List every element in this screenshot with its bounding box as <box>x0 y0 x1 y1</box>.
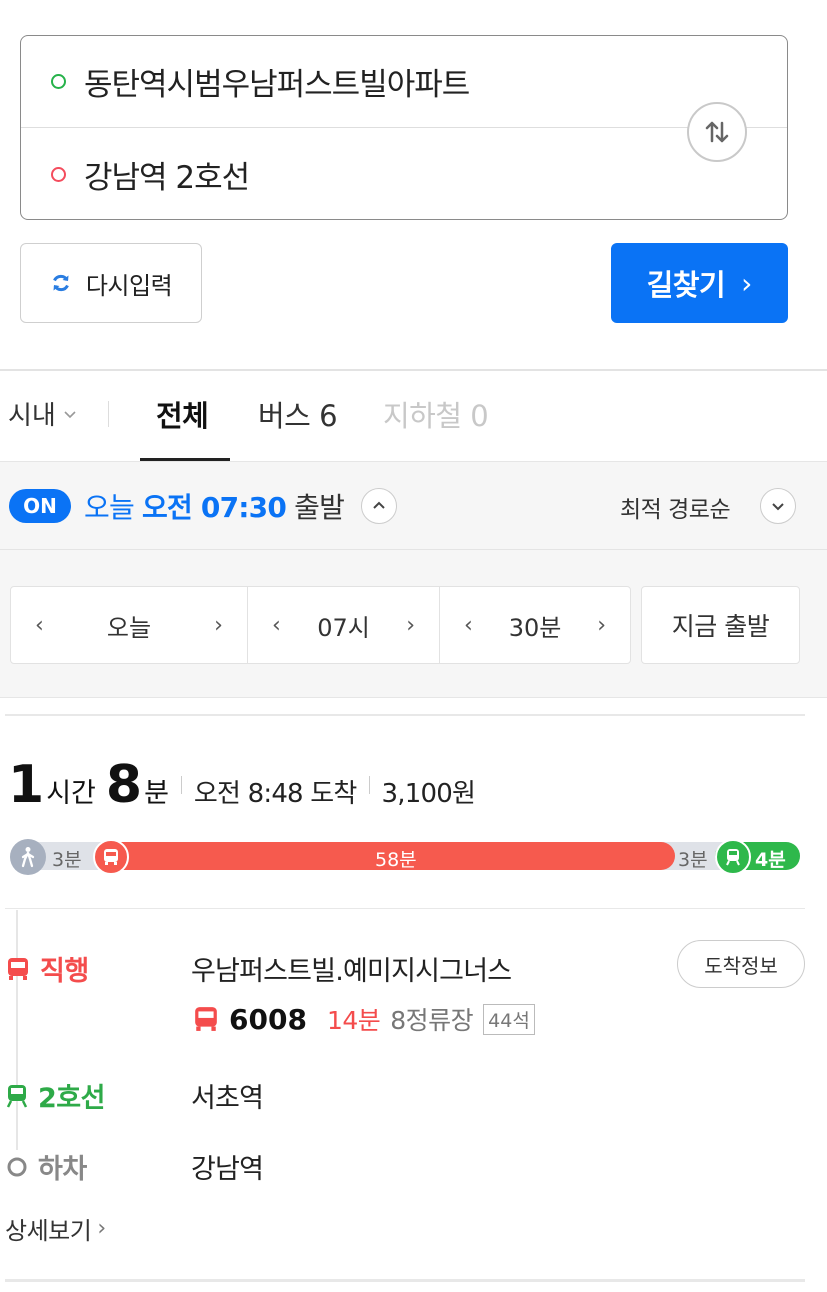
subway-icon <box>6 1084 28 1108</box>
chevron-right-icon: › <box>741 266 753 300</box>
minute-value: 30분 <box>508 613 562 642</box>
step-alight-type: 하차 <box>6 1147 87 1186</box>
tab-subway[interactable]: 지하철 0 <box>383 393 489 435</box>
step-subway-type-label: 2호선 <box>38 1083 105 1114</box>
depart-now-button[interactable]: 지금 출발 <box>641 586 800 664</box>
arrival-time: 오전 8:48 도착 <box>193 779 357 809</box>
day-picker: ‹ 오늘 › <box>10 586 248 664</box>
origin-dot-icon <box>51 74 66 89</box>
duration-minutes: 8 <box>105 755 142 815</box>
step-bus-station[interactable]: 우남퍼스트빌.예미지시그너스 <box>191 949 512 988</box>
alight-circle-icon <box>6 1156 28 1178</box>
arrival-info-button[interactable]: 도착정보 <box>677 940 805 988</box>
walk-icon <box>10 839 46 875</box>
hour-prev-button[interactable]: ‹ <box>272 613 281 638</box>
origin-field[interactable]: 동탄역시범우남퍼스트빌아파트 <box>21 36 787 128</box>
walk-mid-duration: 3분 <box>678 849 708 871</box>
departure-label: 출발 <box>294 491 345 524</box>
reset-label: 다시입력 <box>85 271 173 300</box>
view-details-label: 상세보기 <box>5 1217 92 1245</box>
bus-line-info[interactable]: 6008 14분 8정류장 44석 <box>193 1001 535 1037</box>
route-search-box: 동탄역시범우남퍼스트빌아파트 강남역 2호선 <box>20 35 788 220</box>
step-alight-type-label: 하차 <box>38 1154 87 1185</box>
swap-arrows-icon <box>705 121 729 143</box>
step-subway-type: 2호선 <box>6 1076 105 1115</box>
fare: 3,100원 <box>381 779 476 809</box>
hour-next-button[interactable]: › <box>406 613 415 638</box>
bus-wait-time: 14분 <box>326 1006 381 1035</box>
origin-text: 동탄역시범우남퍼스트빌아파트 <box>84 67 470 103</box>
minute-picker: ‹ 30분 › <box>439 586 631 664</box>
subway-duration: 4분 <box>755 849 786 871</box>
on-toggle[interactable]: ON <box>9 489 71 523</box>
collapse-time-button[interactable] <box>361 488 397 524</box>
tab-separator <box>108 401 109 427</box>
route-summary[interactable]: 1 시간 8 분 오전 8:48 도착 3,100원 <box>8 755 476 815</box>
day-next-button[interactable]: › <box>214 613 223 638</box>
sort-label[interactable]: 최적 경로순 <box>620 490 731 524</box>
departure-clock: 오전 07:30 <box>142 491 287 524</box>
bus-number: 6008 <box>229 1002 307 1036</box>
day-value: 오늘 <box>106 613 152 642</box>
subway-icon <box>715 839 751 875</box>
hour-value: 07시 <box>317 613 370 642</box>
departure-day: 오늘 <box>84 491 135 524</box>
departure-time-panel: ON 오늘 오전 07:30 출발 최적 경로순 ‹ 오늘 › ‹ 07시 › … <box>0 461 827 698</box>
bus-icon <box>6 957 30 981</box>
departure-time-text[interactable]: 오늘 오전 07:30 출발 <box>84 486 345 526</box>
section-divider <box>5 908 805 909</box>
view-details-link[interactable]: 상세보기 › <box>5 1211 106 1246</box>
bus-stop-count: 8정류장 <box>390 1006 474 1035</box>
section-divider <box>5 714 805 716</box>
duration-hours-unit: 시간 <box>46 778 96 809</box>
minute-prev-button[interactable]: ‹ <box>464 613 473 638</box>
walk-start-duration: 3분 <box>52 849 82 871</box>
hour-picker: ‹ 07시 › <box>247 586 440 664</box>
destination-text: 강남역 2호선 <box>84 159 250 196</box>
reset-button[interactable]: 다시입력 <box>20 243 202 323</box>
destination-field[interactable]: 강남역 2호선 <box>21 128 787 220</box>
find-route-button[interactable]: 길찾기 › <box>611 243 788 323</box>
region-label: 시내 <box>8 401 56 431</box>
step-subway-station[interactable]: 서초역 <box>191 1076 264 1115</box>
step-alight-station[interactable]: 강남역 <box>191 1147 264 1186</box>
find-route-label: 길찾기 <box>646 268 726 302</box>
duration-hours: 1 <box>8 755 44 815</box>
bus-icon <box>193 1006 219 1032</box>
refresh-icon <box>52 274 69 292</box>
region-dropdown[interactable]: 시내 <box>8 395 77 432</box>
bus-icon <box>93 839 129 875</box>
minute-next-button[interactable]: › <box>597 613 606 638</box>
destination-dot-icon <box>51 166 66 182</box>
chevron-down-icon <box>64 410 76 418</box>
route-tabs: 시내 전체 버스 6 지하철 0 <box>0 371 827 461</box>
bus-duration: 58분 <box>375 849 417 871</box>
step-bus-type-label: 직행 <box>40 956 89 987</box>
swap-button[interactable] <box>687 102 747 162</box>
step-bus-type: 직행 <box>6 949 89 988</box>
chevron-right-icon: › <box>97 1216 106 1241</box>
summary-separator <box>368 776 370 794</box>
duration-minutes-unit: 분 <box>144 778 169 809</box>
summary-separator <box>180 776 182 794</box>
chevron-up-icon <box>373 501 385 509</box>
tab-all[interactable]: 전체 <box>156 393 209 435</box>
chevron-down-icon <box>772 503 784 511</box>
departure-time-header: ON 오늘 오전 07:30 출발 최적 경로순 <box>0 462 827 550</box>
tab-bus[interactable]: 버스 6 <box>258 393 338 435</box>
section-divider <box>5 1279 805 1282</box>
seat-badge: 44석 <box>483 1003 535 1035</box>
day-prev-button[interactable]: ‹ <box>35 613 44 638</box>
sort-dropdown-button[interactable] <box>760 488 796 524</box>
